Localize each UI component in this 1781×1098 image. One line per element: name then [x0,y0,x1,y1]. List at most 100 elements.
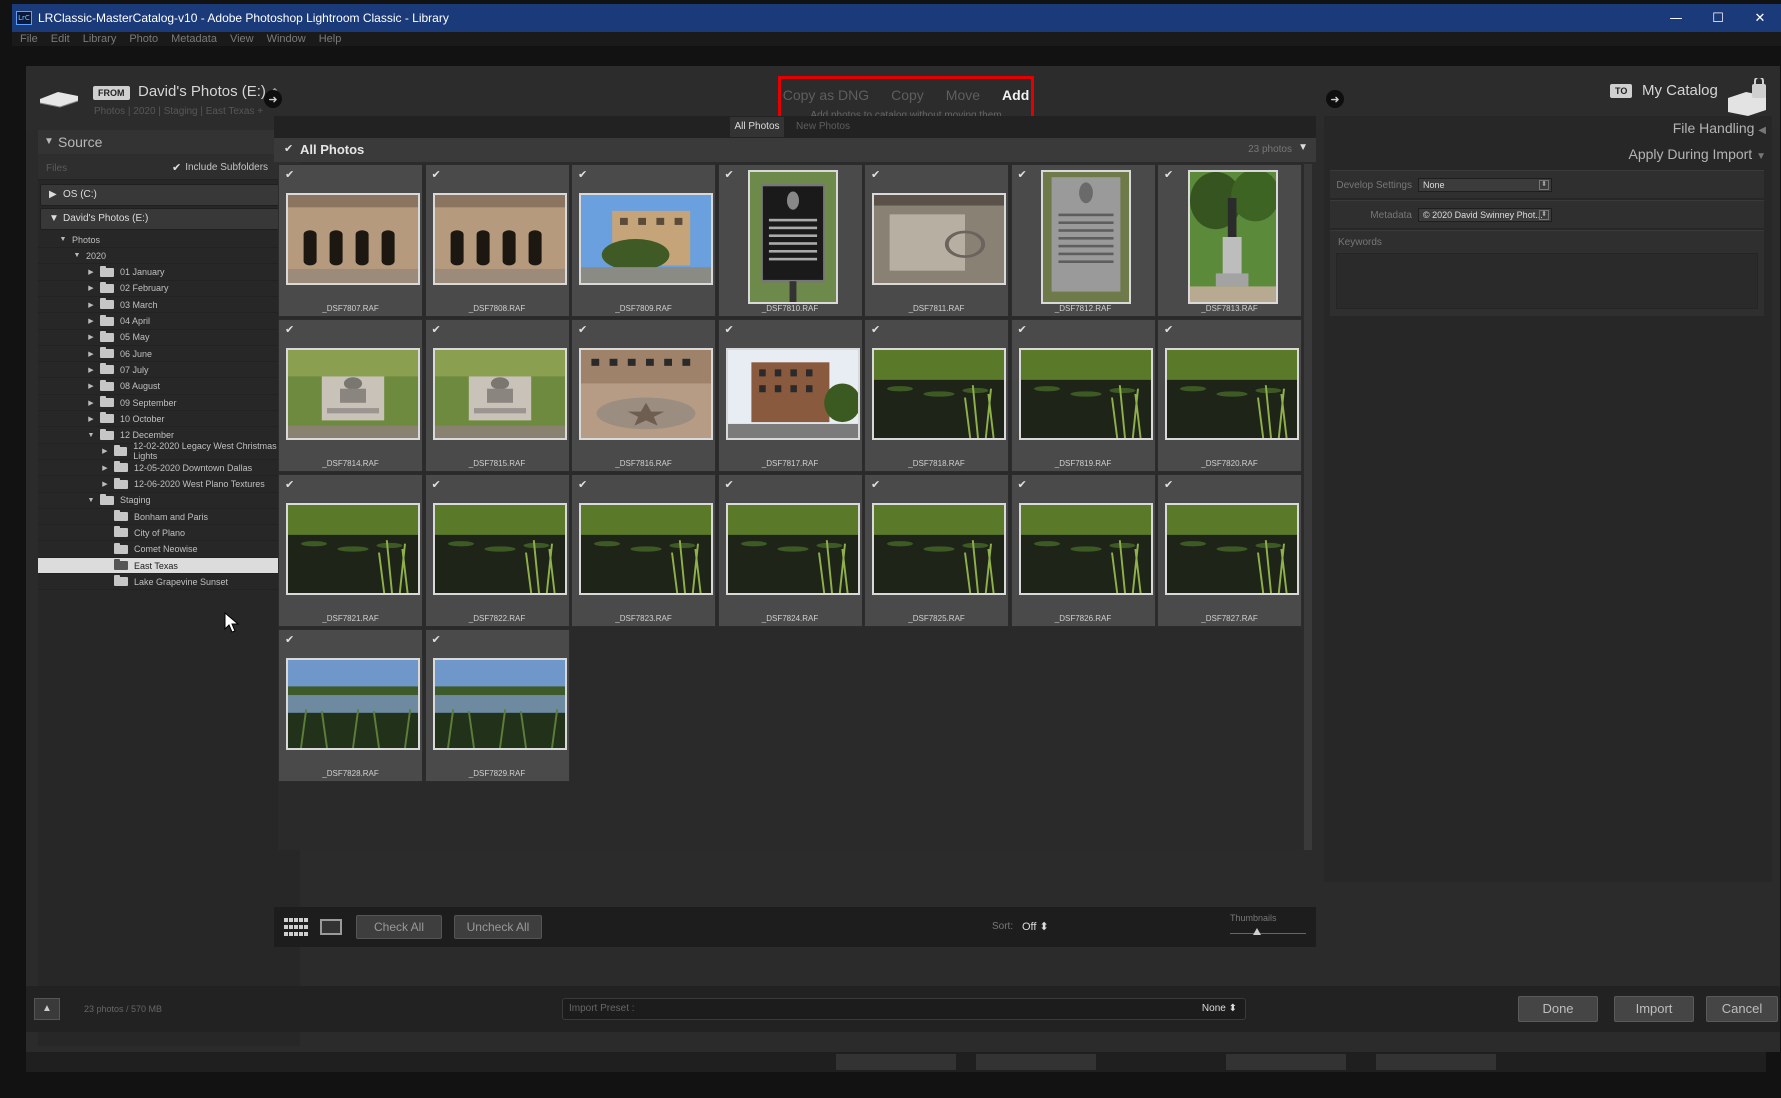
photo-cell[interactable]: ✔ _DSF7809.RAF [571,164,716,317]
photo-checkbox-icon[interactable]: ✔ [578,168,587,181]
photo-cell[interactable]: ✔ _DSF7810.RAF [717,164,863,317]
collapse-triangle-icon[interactable]: ▼ [58,236,68,243]
folder-item[interactable]: ▶ 09 September [38,395,298,411]
include-subfolders-checkbox[interactable]: ✔ Include Subfolders [172,161,268,174]
mode-move[interactable]: Move [946,87,980,103]
keywords-input[interactable] [1336,253,1758,309]
volume-os-c[interactable]: ▶ OS (C:) [40,184,298,206]
photo-cell[interactable]: ✔ _DSF7813.RAF [1157,164,1302,317]
photo-checkbox-icon[interactable]: ✔ [1164,168,1173,181]
expand-triangle-icon[interactable]: ▶ [86,301,96,309]
photo-thumbnail[interactable] [725,348,861,440]
menu-photo[interactable]: Photo [129,33,158,45]
photo-cell[interactable]: ✔ _DSF7828.RAF [278,629,423,782]
photo-checkbox-icon[interactable]: ✔ [1018,168,1027,181]
expand-triangle-icon[interactable]: ▶ [86,268,96,276]
folder-item[interactable]: ▶ 02 February [38,281,298,297]
folder-item-selected[interactable]: East Texas [38,558,298,574]
photo-thumbnail[interactable] [872,503,1006,595]
folder-item[interactable]: ▶ 03 March [38,297,298,314]
photo-thumbnail[interactable] [579,503,713,595]
photo-checkbox-icon[interactable]: ✔ [578,323,587,336]
photo-cell[interactable]: ✔ _DSF7816.RAF [571,319,716,472]
photo-checkbox-icon[interactable]: ✔ [285,633,294,646]
checkmark-icon[interactable]: ✔ [284,142,293,155]
show-more-button[interactable]: ▲ [34,998,60,1020]
folder-item[interactable]: ▶ 01 January [38,265,298,281]
photo-checkbox-icon[interactable]: ✔ [871,478,880,491]
collapse-triangle-icon[interactable]: ▼ [72,252,82,259]
close-button[interactable]: ✕ [1739,4,1781,32]
photo-checkbox-icon[interactable]: ✔ [432,478,441,491]
grid-view-icon[interactable] [284,918,308,936]
expand-triangle-icon[interactable]: ▶ [100,480,110,488]
thumbnail-size-slider[interactable] [1230,933,1306,934]
photo-thumbnail[interactable] [432,193,567,285]
photo-checkbox-icon[interactable]: ✔ [725,323,734,336]
photo-cell[interactable]: ✔ _DSF7814.RAF [278,319,423,472]
photo-checkbox-icon[interactable]: ✔ [285,168,294,181]
folder-item[interactable]: ▼ Staging [38,493,298,509]
uncheck-all-button[interactable]: Uncheck All [454,915,542,939]
folder-item[interactable]: ▶ 05 May [38,330,298,346]
folder-item[interactable]: ▶ 08 August [38,379,298,395]
photo-thumbnail[interactable] [432,503,567,595]
photo-thumbnail[interactable] [1018,503,1153,595]
folder-item[interactable]: Comet Neowise [38,542,298,558]
photo-thumbnail[interactable] [1041,170,1131,304]
expand-triangle-icon[interactable]: ▶ [86,399,96,407]
source-volume-selector[interactable]: David's Photos (E:) ⬍ [138,83,279,100]
photo-checkbox-icon[interactable]: ✔ [285,323,294,336]
photo-thumbnail[interactable] [432,348,567,440]
photo-thumbnail[interactable] [748,170,838,304]
collapse-triangle-icon[interactable]: ▼ [86,432,96,439]
photo-cell[interactable]: ✔ _DSF7821.RAF [278,474,423,627]
photo-cell[interactable]: ✔ _DSF7823.RAF [571,474,716,627]
expand-triangle-icon[interactable]: ▶ [86,366,96,374]
tab-all-photos[interactable]: All Photos [730,117,784,137]
source-panel-header[interactable]: ▼ Source + [38,130,300,154]
menu-file[interactable]: File [20,33,38,45]
photo-thumbnail[interactable] [1165,503,1299,595]
photo-checkbox-icon[interactable]: ✔ [725,478,734,491]
photo-cell[interactable]: ✔ _DSF7811.RAF [864,164,1009,317]
photo-thumbnail[interactable] [579,193,713,285]
photo-cell[interactable]: ✔ _DSF7808.RAF [424,164,570,317]
folder-item[interactable]: ▶ 12-05-2020 Downtown Dallas [38,460,298,477]
photo-checkbox-icon[interactable]: ✔ [871,168,880,181]
photo-checkbox-icon[interactable]: ✔ [1018,478,1027,491]
minimize-button[interactable]: — [1655,4,1697,32]
folder-item[interactable]: ▶ 10 October [38,411,298,428]
folder-item[interactable]: Bonham and Paris [38,509,298,526]
folder-item[interactable]: ▼ 2020 [38,248,298,265]
expand-triangle-icon[interactable]: ▶ [86,317,96,325]
expand-triangle-icon[interactable]: ▶ [86,350,96,358]
photo-checkbox-icon[interactable]: ✔ [1018,323,1027,336]
photo-cell[interactable]: ✔ _DSF7822.RAF [424,474,570,627]
folder-item[interactable]: Lake Grapevine Sunset [38,574,298,591]
photo-thumbnail[interactable] [1187,169,1279,304]
photo-cell[interactable]: ✔ _DSF7819.RAF [1010,319,1156,472]
photo-checkbox-icon[interactable]: ✔ [432,168,441,181]
folder-item[interactable]: ▶ 06 June [38,346,298,363]
photo-thumbnail[interactable] [286,658,420,750]
cancel-button[interactable]: Cancel [1706,996,1778,1022]
import-button[interactable]: Import [1614,996,1694,1022]
photo-cell[interactable]: ✔ _DSF7818.RAF [864,319,1009,472]
photo-thumbnail[interactable] [579,348,713,440]
loupe-view-icon[interactable] [320,919,342,935]
tab-new-photos[interactable]: New Photos [790,117,856,137]
expand-triangle-icon[interactable]: ▶ [86,333,96,341]
photo-cell[interactable]: ✔ _DSF7829.RAF [424,629,570,782]
collapse-triangle-icon[interactable]: ▼ [1298,142,1308,153]
photo-cell[interactable]: ✔ _DSF7820.RAF [1157,319,1302,472]
expand-triangle-icon[interactable]: ▶ [86,284,96,292]
photo-thumbnail[interactable] [1018,348,1153,440]
photo-cell[interactable]: ✔ _DSF7812.RAF [1010,164,1156,317]
expand-triangle-icon[interactable]: ▶ [86,415,96,423]
photo-cell[interactable]: ✔ _DSF7817.RAF [717,319,863,472]
mode-copy-as-dng[interactable]: Copy as DNG [783,87,869,103]
menu-help[interactable]: Help [319,33,342,45]
photo-thumbnail[interactable] [872,193,1006,285]
menu-view[interactable]: View [230,33,254,45]
